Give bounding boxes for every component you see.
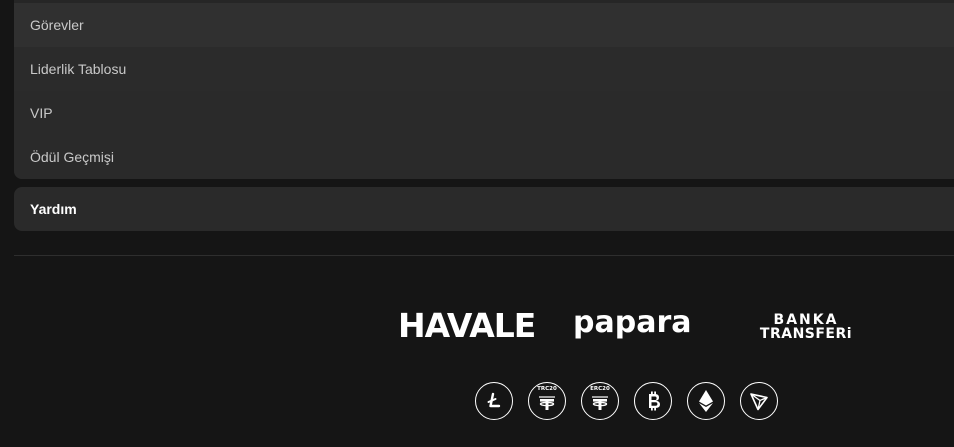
menu-top-edge [14, 0, 954, 3]
crypto-icons-row: TRC20 ERC20 [475, 382, 778, 422]
erc20-label: ERC20 [590, 386, 610, 392]
banka-transferi-logo: BANKA TRANSFERi [744, 313, 868, 341]
menu-item-label: Liderlik Tablosu [30, 61, 127, 77]
havale-logo: HAVALE [398, 306, 536, 345]
trc20-label: TRC20 [537, 386, 557, 392]
menu-item-vip[interactable]: VIP [14, 91, 954, 135]
menu-item-label: Ödül Geçmişi [30, 149, 115, 165]
litecoin-icon [475, 382, 513, 420]
help-section-toggle[interactable]: Yardım [14, 187, 954, 231]
menu-item-odul-gecmisi[interactable]: Ödül Geçmişi [14, 135, 954, 179]
tether-erc20-icon: ERC20 [581, 382, 619, 420]
papara-logo: papara [573, 305, 692, 340]
footer-divider [14, 255, 954, 256]
banka-logo-line1: BANKA [773, 312, 839, 328]
bitcoin-icon [634, 382, 672, 420]
menu-item-gorevler[interactable]: Görevler [14, 3, 954, 47]
ethereum-icon [687, 382, 725, 420]
menu-item-label: VIP [30, 105, 53, 121]
tron-icon [740, 382, 778, 420]
tether-trc20-icon: TRC20 [528, 382, 566, 420]
menu-item-liderlik-tablosu[interactable]: Liderlik Tablosu [14, 47, 954, 91]
help-label: Yardım [30, 201, 77, 217]
banka-logo-line2: TRANSFERi [759, 326, 853, 342]
page: Görevler Liderlik Tablosu VIP Ödül Geçmi… [0, 0, 954, 447]
menu-item-label: Görevler [30, 17, 84, 33]
menu-group: Görevler Liderlik Tablosu VIP Ödül Geçmi… [14, 0, 954, 179]
